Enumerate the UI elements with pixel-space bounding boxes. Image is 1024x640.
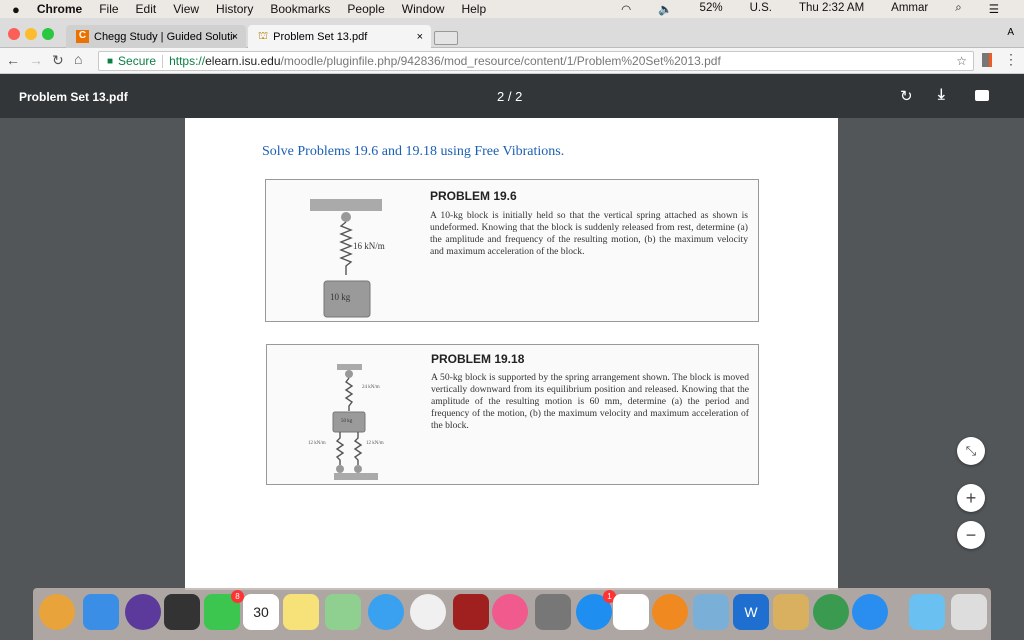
pdf-page: Solve Problems 19.6 and 19.18 using Free… [185,118,838,590]
dock-photo-booth-icon[interactable] [453,594,489,630]
doc-heading: Solve Problems 19.6 and 19.18 using Free… [262,144,565,159]
mass-label: 10 kg [330,292,351,302]
menu-bar: ● Chrome File Edit View History Bookmark… [0,0,1024,18]
url-host: elearn.isu.edu [205,54,281,68]
dock-chrome-icon[interactable] [813,594,849,630]
dock-downloads-icon[interactable] [909,594,945,630]
dock-notes-icon[interactable] [283,594,319,630]
menu-edit[interactable]: Edit [136,2,157,16]
tab-label: Chegg Study | Guided Solution [94,30,234,43]
dock-itunes-icon[interactable] [492,594,528,630]
problem-text: A 10-kg block is initially held so that … [430,210,748,257]
tab-label: Problem Set 13.pdf [273,30,368,43]
download-icon[interactable]: ⤓ [938,86,945,103]
dock-photos-icon[interactable] [410,594,446,630]
dock-ibooks-icon[interactable] [652,594,688,630]
spring-top-label: 24 kN/m [362,385,380,390]
dock-facetime-icon[interactable]: 8 [204,590,244,630]
address-toolbar: ← → ↻ ⌂ ■ Secure https:// elearn.isu.edu… [0,48,1024,74]
tab-close-button[interactable]: × [232,31,238,43]
spring-arrangement-figure [332,364,378,480]
address-bar[interactable]: ■ Secure https:// elearn.isu.edu /moodle… [98,51,974,71]
lock-icon: ■ [107,55,114,67]
problem-title: PROBLEM 19.6 [430,189,517,203]
tab-close-button[interactable]: × [417,31,423,43]
dock-word-icon[interactable]: W [733,594,769,630]
dock-chrome-canary-icon[interactable] [39,594,75,630]
dock-safari-icon[interactable] [852,594,888,630]
print-icon[interactable] [975,90,989,101]
pdf-title: Problem Set 13.pdf [19,90,128,104]
dock-calendar-icon[interactable]: 30 [243,594,279,630]
problem-text: A 50-kg block is supported by the spring… [431,372,749,431]
zoom-out-button[interactable]: − [957,521,985,549]
bookmark-star-icon[interactable]: ☆ [956,54,967,68]
tab-problem-set[interactable]: ⛫ Problem Set 13.pdf × [248,25,431,48]
dock-mission-control-icon[interactable] [164,594,200,630]
spring-right-label: 12 kN/m [366,441,384,446]
dock-trash-icon[interactable] [951,594,987,630]
dock-preview-icon[interactable] [693,594,729,630]
tab-chegg[interactable]: C Chegg Study | Guided Solution × [66,25,246,48]
home-button[interactable]: ⌂ [74,51,82,67]
menu-file[interactable]: File [99,2,118,16]
user-name[interactable]: Ammar [891,2,928,16]
wifi-icon[interactable]: ◠ [621,2,631,16]
zoom-in-button[interactable]: + [957,484,985,512]
divider [162,54,164,68]
reload-button[interactable]: ↻ [52,52,64,69]
zoom-window-button[interactable] [42,28,54,40]
spring-constant-label: 16 kN/m [353,241,385,251]
search-icon[interactable]: ⌕ [955,2,961,16]
close-window-button[interactable] [8,28,20,40]
url-path: /moodle/pluginfile.php/942836/mod_resour… [280,54,721,68]
tab-bar: C Chegg Study | Guided Solution × ⛫ Prob… [0,18,1024,48]
menu-window[interactable]: Window [402,2,445,16]
dock-siri-icon[interactable] [125,594,161,630]
dock-system-preferences-icon[interactable] [535,594,571,630]
problem-19-18: 24 kN/m 50 kg 12 kN/m 12 kN/m PROBLEM 19… [266,344,759,485]
clock[interactable]: Thu 2:32 AM [799,2,864,16]
spring-left-label: 12 kN/m [308,441,326,446]
menu-people[interactable]: People [347,2,384,16]
profile-button[interactable]: A [1007,27,1014,38]
input-source[interactable]: U.S. [750,2,772,16]
extension-icon[interactable] [982,53,992,67]
mass-label: 50 kg [341,419,353,424]
new-tab-button[interactable] [434,31,458,45]
dock-maps-icon[interactable] [325,594,361,630]
dock-reminders-icon[interactable] [613,594,649,630]
dock-messages-icon[interactable] [368,594,404,630]
menu-help[interactable]: Help [461,2,486,16]
menu-app[interactable]: Chrome [37,2,82,16]
page-indicator: 2 / 2 [497,89,523,104]
dock-finder-icon[interactable] [83,594,119,630]
chrome-menu-button[interactable]: ⋮ [1004,51,1018,68]
notification-center-icon[interactable]: ☰ [989,2,999,16]
volume-icon[interactable]: 🔈 [658,2,672,16]
dock: 8 30 1 W [33,588,991,640]
back-button[interactable]: ← [6,52,20,68]
url-scheme: https:// [169,54,206,68]
problem-title: PROBLEM 19.18 [431,352,525,366]
spring-mass-figure [310,199,382,318]
chegg-icon: C [76,30,89,43]
rotate-icon[interactable]: ↻ [900,87,913,105]
apple-menu[interactable]: ● [12,2,20,17]
problem-19-6: 16 kN/m 10 kg PROBLEM 19.6 A 10-kg block… [265,179,759,322]
dock-archive-utility-icon[interactable] [773,594,809,630]
pdf-toolbar: Problem Set 13.pdf 2 / 2 ↻ ⤓ [0,74,1024,118]
menu-view[interactable]: View [173,2,199,16]
secure-label: Secure [118,54,157,68]
battery-percent[interactable]: 52% [700,2,723,16]
menu-history[interactable]: History [216,2,253,16]
minimize-window-button[interactable] [25,28,37,40]
dock-app-store-icon[interactable]: 1 [576,590,616,630]
fit-page-button[interactable]: ⤡ [957,437,985,465]
forward-button[interactable]: → [29,52,43,68]
menu-bookmarks[interactable]: Bookmarks [270,2,330,16]
isu-icon: ⛫ [258,29,269,42]
